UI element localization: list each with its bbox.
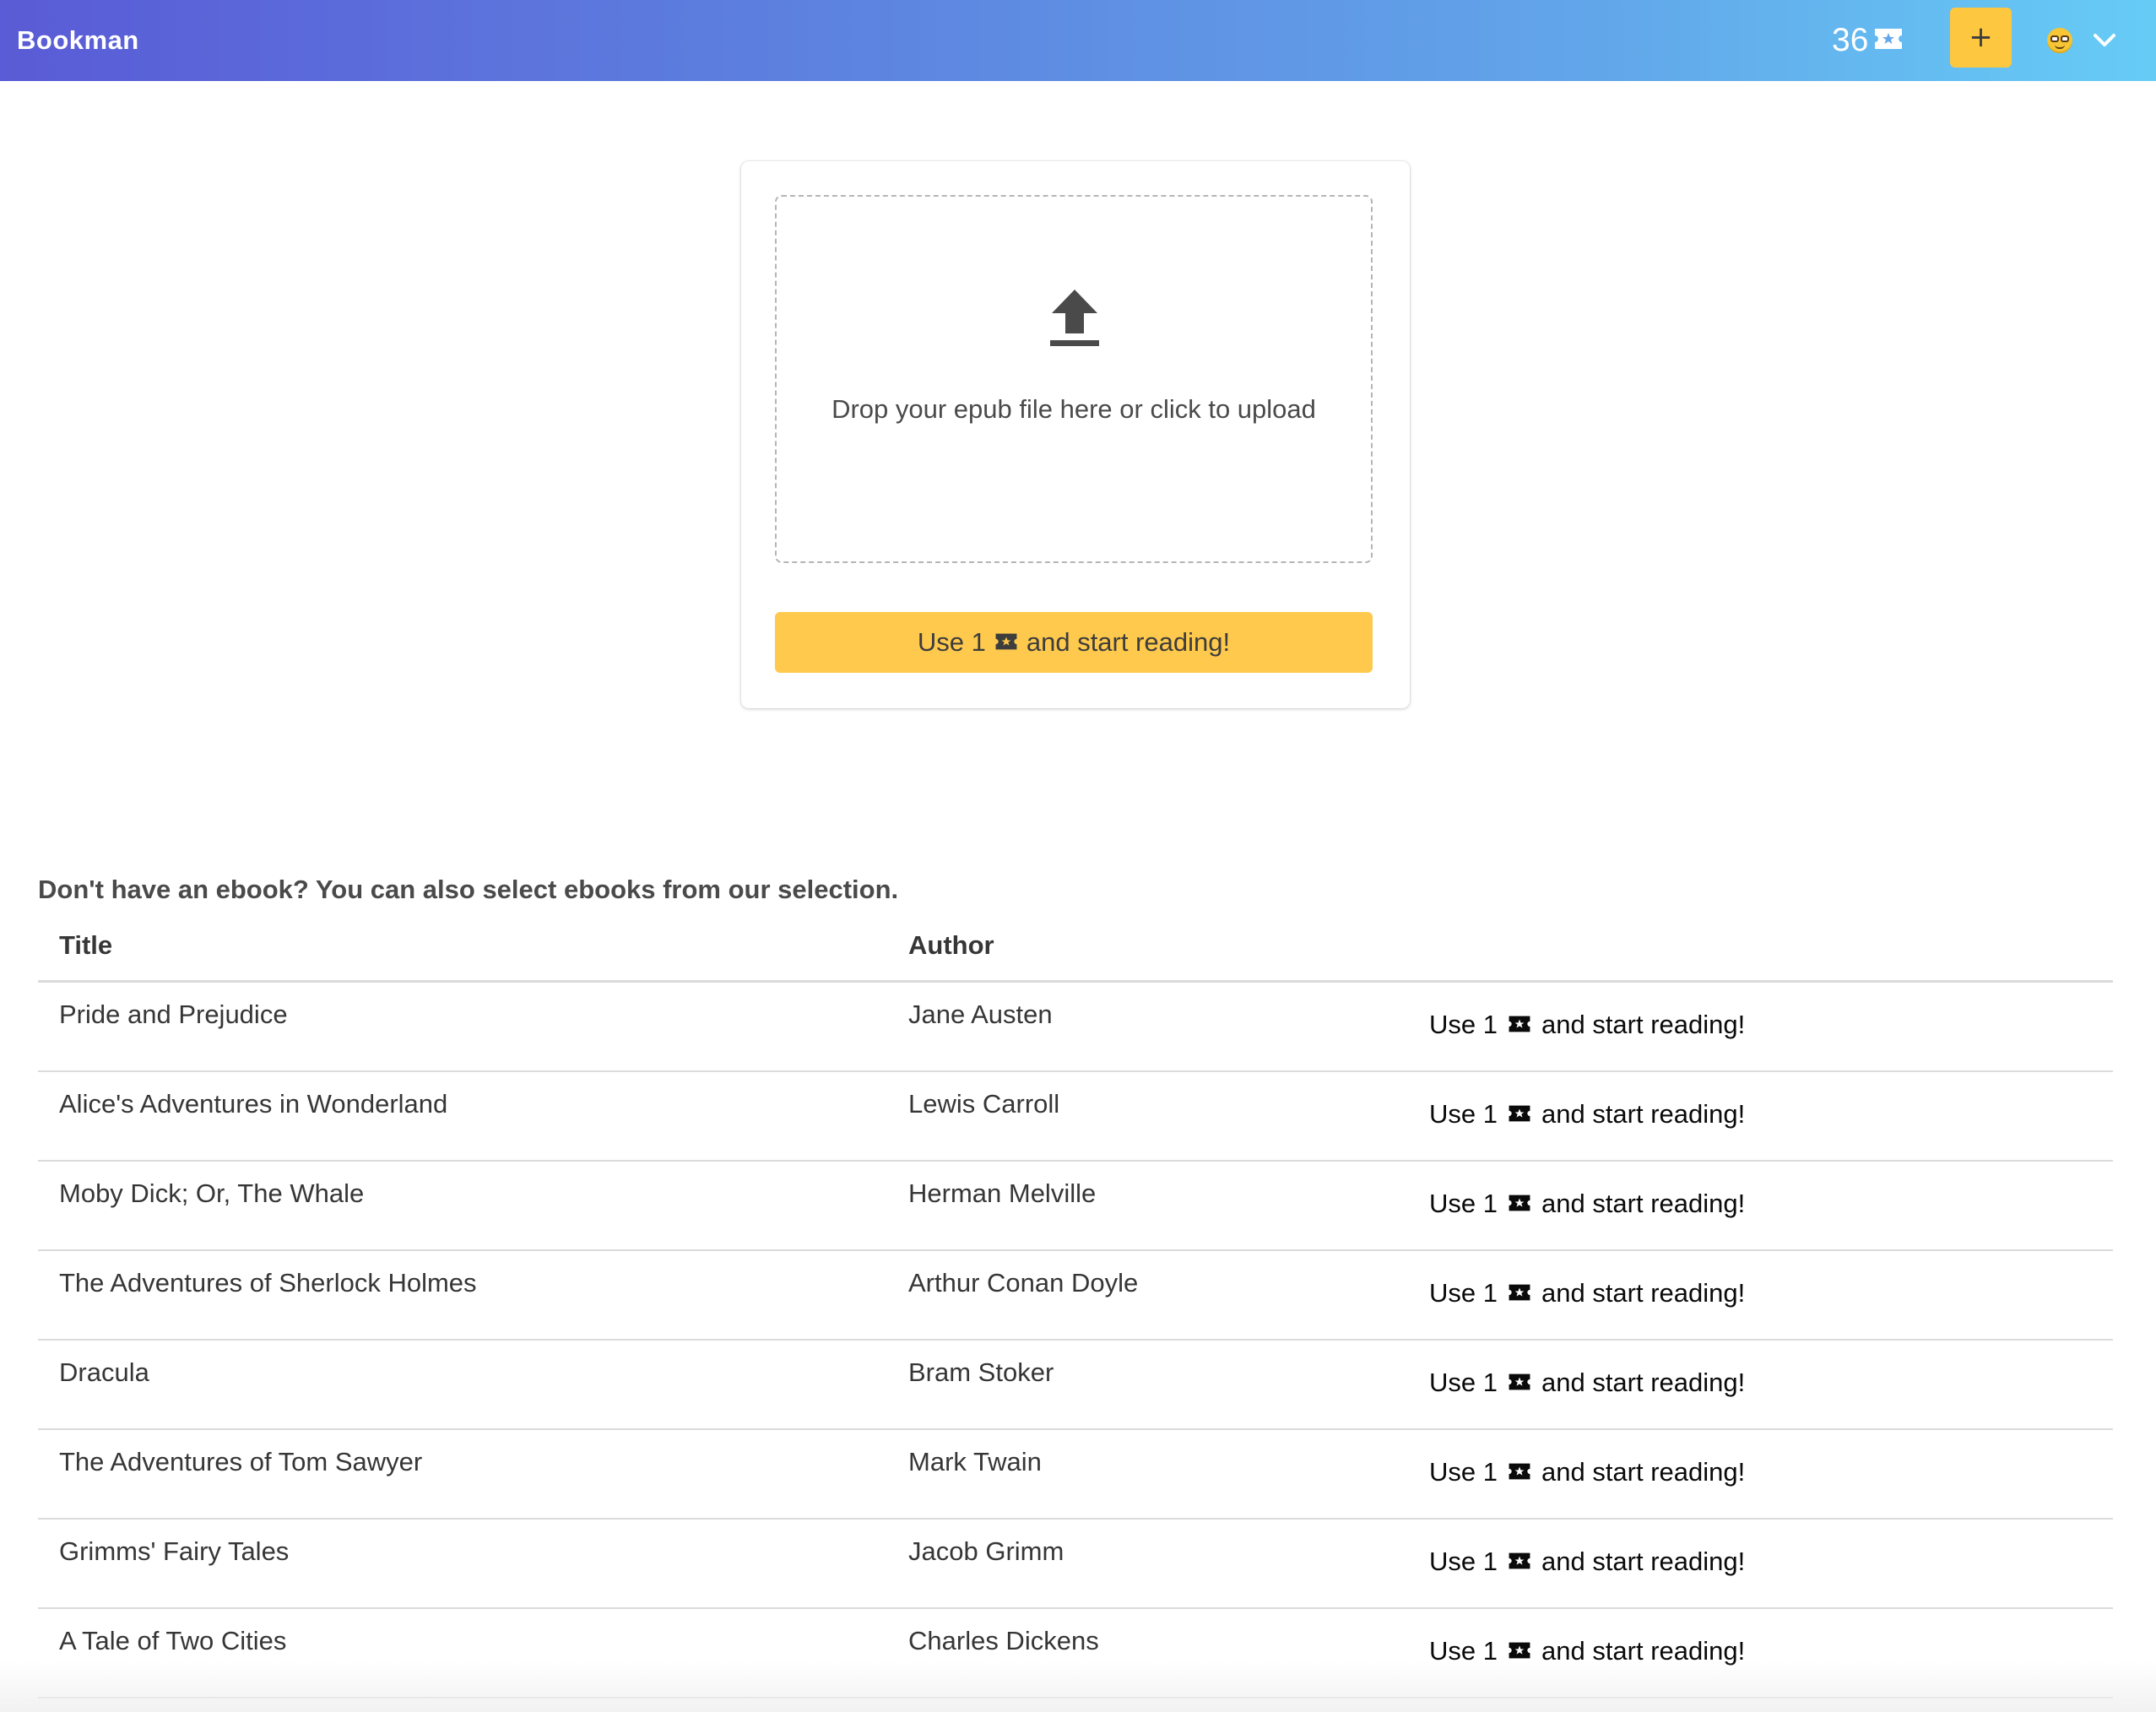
start-reading-link[interactable]: Use 1 and start reading! — [1429, 1366, 1745, 1400]
book-author: Mark Twain — [908, 1447, 1042, 1476]
book-author: Jacob Grimm — [908, 1536, 1064, 1566]
ticket-icon — [1508, 1008, 1531, 1042]
action-suffix: and start reading! — [1541, 1547, 1746, 1576]
action-prefix: Use 1 — [1429, 1457, 1498, 1487]
avatar-nerd-icon[interactable] — [2047, 28, 2072, 53]
start-reading-button[interactable]: Use 1 and start reading! — [775, 612, 1373, 673]
selection-heading: Don't have an ebook? You can also select… — [38, 875, 899, 904]
book-title: Dracula — [59, 1357, 149, 1387]
table-row: Moby Dick; Or, The Whale Herman Melville U… — [38, 1162, 2113, 1251]
action-prefix: Use 1 — [1429, 1547, 1498, 1576]
table-row: The Adventures of Sherlock Holmes Arthur … — [38, 1251, 2113, 1341]
start-reading-link[interactable]: Use 1 and start reading! — [1429, 1545, 1745, 1579]
book-author: Bram Stoker — [908, 1357, 1054, 1387]
ticket-count: 36 — [1832, 22, 1869, 58]
start-reading-prefix: Use 1 — [917, 627, 986, 657]
brand-logo[interactable]: Bookman — [17, 0, 139, 81]
action-prefix: Use 1 — [1429, 1278, 1498, 1308]
action-prefix: Use 1 — [1429, 1368, 1498, 1397]
column-header-title: Title — [59, 930, 113, 960]
start-reading-link[interactable]: Use 1 and start reading! — [1429, 1008, 1745, 1042]
top-navbar: Bookman 36 + — [0, 0, 2156, 81]
bottom-fade — [0, 1661, 2156, 1712]
start-reading-suffix: and start reading! — [1026, 627, 1231, 657]
chevron-down-icon[interactable] — [2093, 33, 2116, 48]
action-prefix: Use 1 — [1429, 1189, 1498, 1218]
user-menu[interactable] — [2047, 0, 2116, 81]
start-reading-link[interactable]: Use 1 and start reading! — [1429, 1187, 1745, 1221]
book-author: Jane Austen — [908, 1000, 1053, 1029]
book-author: Charles Dickens — [908, 1626, 1099, 1655]
action-prefix: Use 1 — [1429, 1099, 1498, 1129]
book-author: Arthur Conan Doyle — [908, 1268, 1139, 1298]
table-row: Pride and Prejudice Jane Austen Use 1 and s… — [38, 983, 2113, 1072]
action-suffix: and start reading! — [1541, 1368, 1746, 1397]
ticket-icon — [994, 627, 1018, 658]
action-suffix: and start reading! — [1541, 1189, 1746, 1218]
column-header-author: Author — [908, 930, 994, 960]
book-title: Grimms' Fairy Tales — [59, 1536, 290, 1566]
ticket-icon — [1508, 1187, 1531, 1221]
upload-card: Drop your epub file here or click to upl… — [741, 161, 1410, 708]
action-suffix: and start reading! — [1541, 1278, 1746, 1308]
start-reading-link[interactable]: Use 1 and start reading! — [1429, 1276, 1745, 1310]
ticket-icon — [1508, 1097, 1531, 1131]
ticket-icon — [1508, 1276, 1531, 1310]
action-prefix: Use 1 — [1429, 1010, 1498, 1039]
book-title: A Tale of Two Cities — [59, 1626, 287, 1655]
table-row: Alice's Adventures in Wonderland Lewis Ca… — [38, 1072, 2113, 1162]
table-row: The Adventures of Tom Sawyer Mark Twain Us… — [38, 1430, 2113, 1520]
ticket-icon — [1508, 1455, 1531, 1489]
action-suffix: and start reading! — [1541, 1099, 1746, 1129]
table-row: Grimms' Fairy Tales Jacob Grimm Use 1 and s… — [38, 1520, 2113, 1609]
book-title: Pride and Prejudice — [59, 1000, 288, 1029]
book-title: The Adventures of Sherlock Holmes — [59, 1268, 477, 1298]
upload-icon — [1050, 290, 1099, 346]
start-reading-link[interactable]: Use 1 and start reading! — [1429, 1455, 1745, 1489]
table-row: Dracula Bram Stoker Use 1 and start reading… — [38, 1341, 2113, 1430]
action-suffix: and start reading! — [1541, 1457, 1746, 1487]
ticket-balance: 36 — [1832, 0, 1912, 81]
start-reading-link[interactable]: Use 1 and start reading! — [1429, 1097, 1745, 1131]
ticket-icon — [1873, 22, 1904, 59]
book-title: The Adventures of Tom Sawyer — [59, 1447, 423, 1476]
action-suffix: and start reading! — [1541, 1010, 1746, 1039]
books-table-header: Title Author — [38, 924, 2113, 983]
book-author: Lewis Carroll — [908, 1089, 1060, 1119]
epub-dropzone[interactable]: Drop your epub file here or click to upl… — [775, 195, 1373, 563]
ticket-icon — [1508, 1545, 1531, 1579]
book-author: Herman Melville — [908, 1178, 1097, 1208]
add-tickets-button[interactable]: + — [1950, 8, 2012, 68]
ticket-icon — [1508, 1366, 1531, 1400]
book-title: Alice's Adventures in Wonderland — [59, 1089, 448, 1119]
book-title: Moby Dick; Or, The Whale — [59, 1178, 365, 1208]
dropzone-text: Drop your epub file here or click to upl… — [832, 394, 1316, 424]
